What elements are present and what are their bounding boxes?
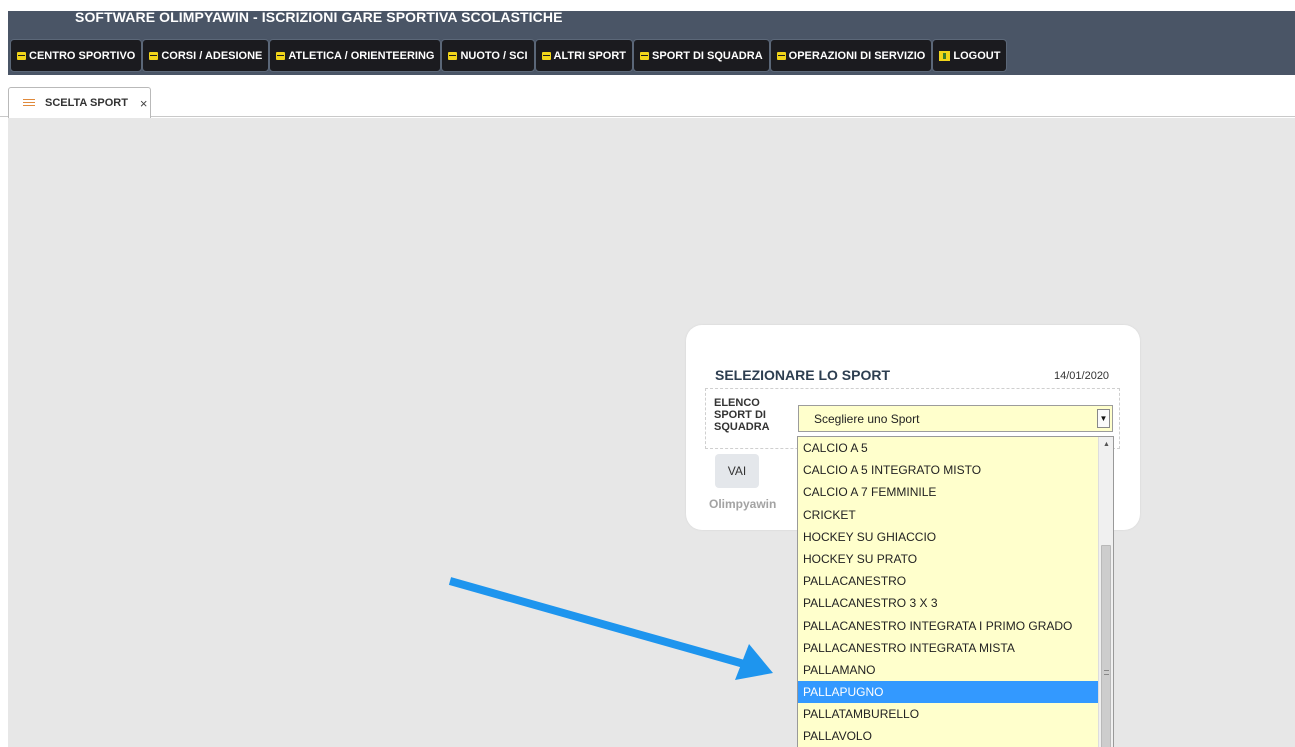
tab-bar: SCELTA SPORT × bbox=[0, 75, 1295, 118]
menu-logout[interactable]: LOGOUT bbox=[932, 39, 1008, 72]
main-menu: CENTRO SPORTIVO CORSI / ADESIONE ATLETIC… bbox=[10, 39, 1008, 72]
dropdown-option[interactable]: PALLAPUGNO bbox=[798, 681, 1099, 704]
menu-icon bbox=[541, 51, 551, 60]
dropdown-options: CALCIO A 5 CALCIO A 5 INTEGRATO MISTO CALC… bbox=[798, 437, 1099, 747]
tab-scelta-sport[interactable]: SCELTA SPORT × bbox=[8, 87, 151, 118]
scroll-up-icon[interactable]: ▲ bbox=[1099, 437, 1113, 452]
menu-icon bbox=[448, 51, 458, 60]
dropdown-option[interactable]: CALCIO A 7 FEMMINILE bbox=[798, 481, 1099, 503]
menu-icon bbox=[17, 51, 26, 60]
dropdown-option[interactable]: PALLAVOLO bbox=[798, 725, 1099, 747]
dropdown-option[interactable]: PALLACANESTRO INTEGRATA I PRIMO GRADO bbox=[798, 615, 1099, 637]
dropdown-option[interactable]: HOCKEY SU PRATO bbox=[798, 548, 1099, 570]
tab-label: SCELTA SPORT bbox=[45, 97, 128, 109]
dropdown-option[interactable]: PALLATAMBURELLO bbox=[798, 703, 1099, 725]
menu-sport-di-squadra[interactable]: SPORT DI SQUADRA bbox=[633, 39, 770, 72]
menu-nuoto-sci[interactable]: NUOTO / SCI bbox=[441, 39, 535, 72]
sport-select[interactable]: Scegliere uno Sport ▼ bbox=[798, 405, 1113, 432]
menu-altri-sport[interactable]: ALTRI SPORT bbox=[534, 39, 634, 72]
dropdown-option[interactable]: PALLAMANO bbox=[798, 659, 1099, 681]
menu-operazioni-di-servizio[interactable]: OPERAZIONI DI SERVIZIO bbox=[769, 39, 933, 72]
logout-icon bbox=[939, 50, 951, 61]
dropdown-option[interactable]: PALLACANESTRO bbox=[798, 570, 1099, 592]
sport-dropdown-list[interactable]: CALCIO A 5 CALCIO A 5 INTEGRATO MISTO CALC… bbox=[797, 436, 1114, 747]
grip-icon bbox=[1104, 670, 1109, 675]
menu-icon bbox=[640, 51, 650, 60]
chevron-down-icon[interactable]: ▼ bbox=[1097, 409, 1110, 428]
dropdown-option[interactable]: CALCIO A 5 INTEGRATO MISTO bbox=[798, 459, 1099, 481]
panel-date: 14/01/2020 bbox=[1054, 370, 1110, 382]
menu-centro-sportivo[interactable]: CENTRO SPORTIVO bbox=[10, 39, 143, 72]
dropdown-option[interactable]: CALCIO A 5 bbox=[798, 437, 1099, 459]
menu-atletica-orienteering[interactable]: ATLETICA / ORIENTEERING bbox=[269, 39, 442, 72]
sport-select-value: Scegliere uno Sport bbox=[814, 411, 920, 426]
menu-icon bbox=[276, 51, 286, 60]
menu-corsi-adesione[interactable]: CORSI / ADESIONE bbox=[142, 39, 270, 72]
dropdown-option[interactable]: CRICKET bbox=[798, 504, 1099, 526]
menu-icon bbox=[149, 51, 159, 60]
sliders-icon bbox=[23, 98, 35, 108]
scroll-thumb[interactable] bbox=[1101, 545, 1111, 747]
dropdown-option[interactable]: PALLACANESTRO 3 X 3 bbox=[798, 592, 1099, 614]
panel-title: SELEZIONARE LO SPORT bbox=[715, 367, 891, 383]
dropdown-option[interactable]: HOCKEY SU GHIACCIO bbox=[798, 526, 1099, 548]
dropdown-option[interactable]: PALLACANESTRO INTEGRATA MISTA bbox=[798, 637, 1099, 659]
vai-button[interactable]: VAI bbox=[715, 454, 759, 488]
dropdown-scrollbar[interactable]: ▲ bbox=[1098, 437, 1113, 747]
menu-icon bbox=[776, 51, 786, 60]
brand-label: Olimpyawin bbox=[709, 497, 777, 511]
sport-field-label: ELENCO SPORT DI SQUADRA bbox=[714, 397, 770, 433]
app-title: SOFTWARE OLIMPYAWIN - ISCRIZIONI GARE SP… bbox=[75, 11, 563, 23]
close-icon[interactable]: × bbox=[140, 96, 148, 111]
